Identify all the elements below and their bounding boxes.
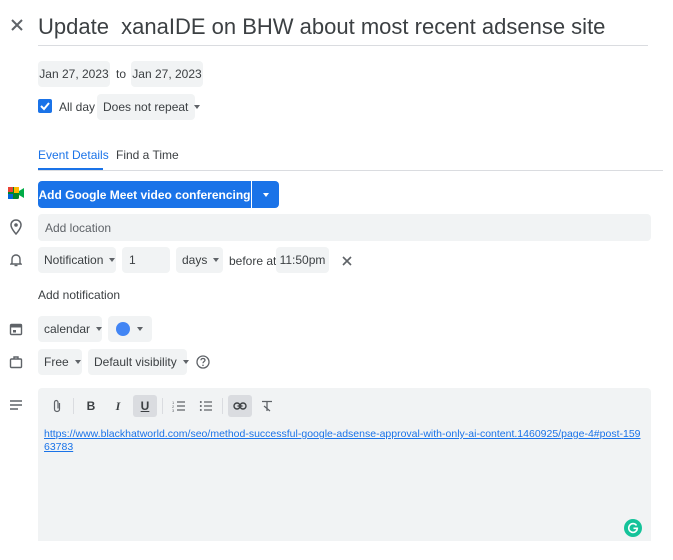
add-meet-button[interactable]: Add Google Meet video conferencing xyxy=(38,181,251,208)
remove-notification-icon[interactable] xyxy=(341,254,353,266)
google-meet-icon xyxy=(8,186,24,200)
calendar-name: calendar xyxy=(44,322,91,336)
description-icon xyxy=(9,398,23,410)
chevron-down-icon xyxy=(137,327,143,331)
toolbar-separator xyxy=(222,398,223,414)
remove-formatting-icon[interactable] xyxy=(255,395,279,417)
help-icon[interactable] xyxy=(196,355,210,369)
meet-options-button[interactable] xyxy=(252,181,279,208)
start-date-chip[interactable]: Jan 27, 2023 xyxy=(38,61,110,87)
availability-dropdown[interactable]: Free xyxy=(38,349,82,375)
allday-label: All day xyxy=(59,100,96,114)
tab-event-details[interactable]: Event Details xyxy=(38,148,109,162)
chevron-down-icon xyxy=(182,360,189,364)
add-notification-link[interactable]: Add notification xyxy=(38,288,120,302)
description-link[interactable]: https://www.blackhatworld.com/seo/method… xyxy=(44,428,642,454)
calendar-dropdown[interactable]: calendar xyxy=(38,316,103,342)
event-color-swatch xyxy=(116,322,130,336)
availability-value: Free xyxy=(44,355,69,369)
link-icon[interactable] xyxy=(228,395,252,417)
svg-text:3: 3 xyxy=(172,408,175,412)
repeat-dropdown[interactable]: Does not repeat xyxy=(97,94,201,120)
calendar-icon xyxy=(9,322,23,336)
chevron-down-icon xyxy=(213,258,220,262)
notification-unit-value: days xyxy=(182,253,208,267)
notification-time-input[interactable]: 11:50pm xyxy=(276,247,329,273)
location-placeholder: Add location xyxy=(45,220,112,235)
close-icon[interactable] xyxy=(9,17,25,33)
attachment-icon[interactable] xyxy=(45,395,69,417)
chevron-down-icon xyxy=(194,105,201,109)
underline-icon[interactable]: U xyxy=(133,395,157,417)
start-date-text: Jan 27, 2023 xyxy=(39,67,109,81)
grammarly-icon[interactable] xyxy=(624,519,642,537)
bold-icon[interactable]: B xyxy=(79,395,103,417)
numbered-list-icon[interactable]: 123 xyxy=(167,395,191,417)
visibility-dropdown[interactable]: Default visibility xyxy=(88,349,189,375)
notification-type-value: Notification xyxy=(44,253,104,267)
chevron-down-icon xyxy=(74,360,81,364)
before-at-label: before at xyxy=(229,254,277,268)
repeat-value: Does not repeat xyxy=(103,100,189,114)
tabs-divider xyxy=(38,170,663,171)
tab-find-a-time[interactable]: Find a Time xyxy=(116,148,179,162)
date-to-label: to xyxy=(116,67,127,81)
allday-checkbox[interactable] xyxy=(38,99,52,113)
add-meet-label: Add Google Meet video conferencing xyxy=(38,187,251,202)
chevron-down-icon xyxy=(96,327,103,331)
chevron-down-icon xyxy=(262,192,269,197)
visibility-value: Default visibility xyxy=(94,355,177,369)
notification-amount-value: 1 xyxy=(129,253,136,267)
toolbar-separator xyxy=(162,398,163,414)
notification-time-value: 11:50pm xyxy=(279,253,326,267)
briefcase-icon xyxy=(9,355,23,369)
title-underline xyxy=(38,45,648,46)
location-pin-icon xyxy=(10,219,22,236)
end-date-chip[interactable]: Jan 27, 2023 xyxy=(131,61,203,87)
notification-unit-dropdown[interactable]: days xyxy=(176,247,223,273)
toolbar-separator xyxy=(73,398,74,414)
bulleted-list-icon[interactable] xyxy=(194,395,218,417)
italic-icon[interactable]: I xyxy=(106,395,130,417)
location-input[interactable]: Add location xyxy=(38,214,651,241)
end-date-text: Jan 27, 2023 xyxy=(132,67,202,81)
notification-type-dropdown[interactable]: Notification xyxy=(38,247,116,273)
chevron-down-icon xyxy=(109,258,116,262)
bell-icon xyxy=(9,253,23,267)
notification-amount-input[interactable]: 1 xyxy=(122,247,170,273)
event-title-input[interactable]: Update xanaIDE on BHW about most recent … xyxy=(38,14,605,40)
event-color-dropdown[interactable] xyxy=(108,316,152,342)
